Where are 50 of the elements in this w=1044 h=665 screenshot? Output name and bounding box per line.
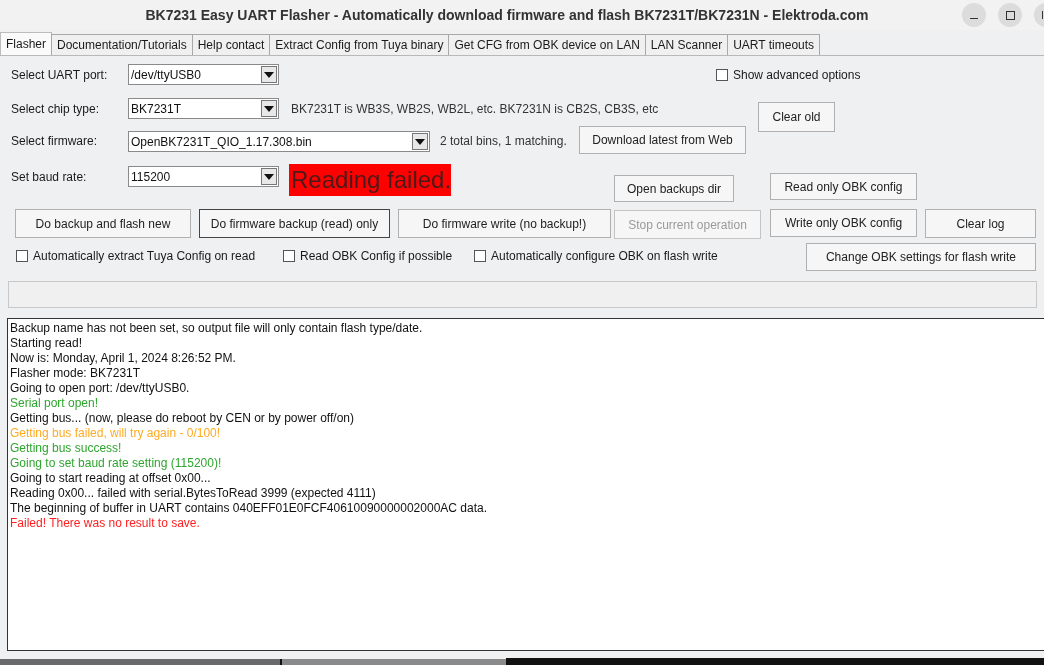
button[interactable]: Clear old <box>758 102 835 132</box>
checkbox[interactable] <box>716 69 728 81</box>
checkbox-label: Automatically extract Tuya Config on read <box>33 249 256 263</box>
checkbox[interactable] <box>16 250 28 262</box>
button[interactable]: Open backups dir <box>614 175 734 202</box>
button[interactable]: Do firmware backup (read) only <box>199 209 390 238</box>
button[interactable]: Do firmware write (no backup!) <box>398 209 611 238</box>
tab[interactable]: Help contact <box>191 34 271 55</box>
checkbox-label: Read OBK Config if possible <box>300 249 453 263</box>
button[interactable]: Write only OBK config <box>770 209 917 237</box>
log-line: Going to set baud rate setting (115200)! <box>10 456 222 471</box>
tab[interactable]: UART timeouts <box>727 34 821 55</box>
field-label: Select firmware: <box>11 133 99 148</box>
button[interactable]: Read only OBK config <box>770 173 917 200</box>
log-line: Going to open port: /dev/ttyUSB0. <box>10 381 190 396</box>
button[interactable]: Do backup and flash new <box>15 209 191 238</box>
field-label: Select chip type: <box>11 101 101 116</box>
checkbox-label: Show advanced options <box>733 68 861 82</box>
log-line: Failed! There was no result to save. <box>10 516 200 531</box>
log-line: Backup name has not been set, so output file will only contain flash type/date. <box>10 321 423 336</box>
log-line: The beginning of buffer in UART contains 040EFF01E0FCF40610090000002000AC data. <box>10 501 487 516</box>
tab[interactable]: Extract Config from Tuya binary <box>269 34 450 55</box>
field-label: Set baud rate: <box>11 169 88 184</box>
log-line: Getting bus failed, will try again - 0/100! <box>10 426 221 441</box>
tab[interactable]: Flasher <box>0 32 52 55</box>
log-line: Reading 0x00... failed with serial.BytesToRead 3999 (expected 4111) <box>10 486 376 501</box>
checkbox[interactable] <box>283 250 295 262</box>
window-title: BK7231 Easy UART Flasher - Automatically download firmware and flash BK7231T/BK7231N - Elektroda.com <box>145 7 870 23</box>
log-line: Getting bus success! <box>10 441 122 456</box>
log-line: Now is: Monday, April 1, 2024 8:26:52 PM. <box>10 351 236 366</box>
button[interactable]: Download latest from Web <box>579 126 746 154</box>
dropdown[interactable]: OpenBK7231T_QIO_1.17.308.bin <box>128 131 430 152</box>
log-line: Starting read! <box>10 336 83 351</box>
hint-text: BK7231T is WB3S, WB2S, WB2L, etc. BK7231N is CB2S, CB3S, etc <box>291 101 660 116</box>
field-label: Select UART port: <box>11 67 109 82</box>
checkbox[interactable] <box>474 250 486 262</box>
dropdown[interactable]: /dev/ttyUSB0 <box>128 64 279 85</box>
checkbox-label: Automatically configure OBK on flash write <box>491 249 718 263</box>
hint-text: 2 total bins, 1 matching. <box>440 133 568 148</box>
maximize-button[interactable] <box>998 3 1022 27</box>
status-message: Reading failed. <box>289 164 451 196</box>
log-line: Serial port open! <box>10 396 99 411</box>
log-line: Flasher mode: BK7231T <box>10 366 141 381</box>
button[interactable]: Change OBK settings for flash write <box>806 243 1036 271</box>
button[interactable]: Clear log <box>925 209 1036 238</box>
tab[interactable]: Documentation/Tutorials <box>51 34 193 55</box>
log-line: Getting bus... (now, please do reboot by CEN or by power off/on) <box>10 411 354 426</box>
log-line: Going to start reading at offset 0x00... <box>10 471 211 486</box>
dropdown[interactable]: 115200 <box>128 166 279 187</box>
dropdown[interactable]: BK7231T <box>128 98 279 119</box>
